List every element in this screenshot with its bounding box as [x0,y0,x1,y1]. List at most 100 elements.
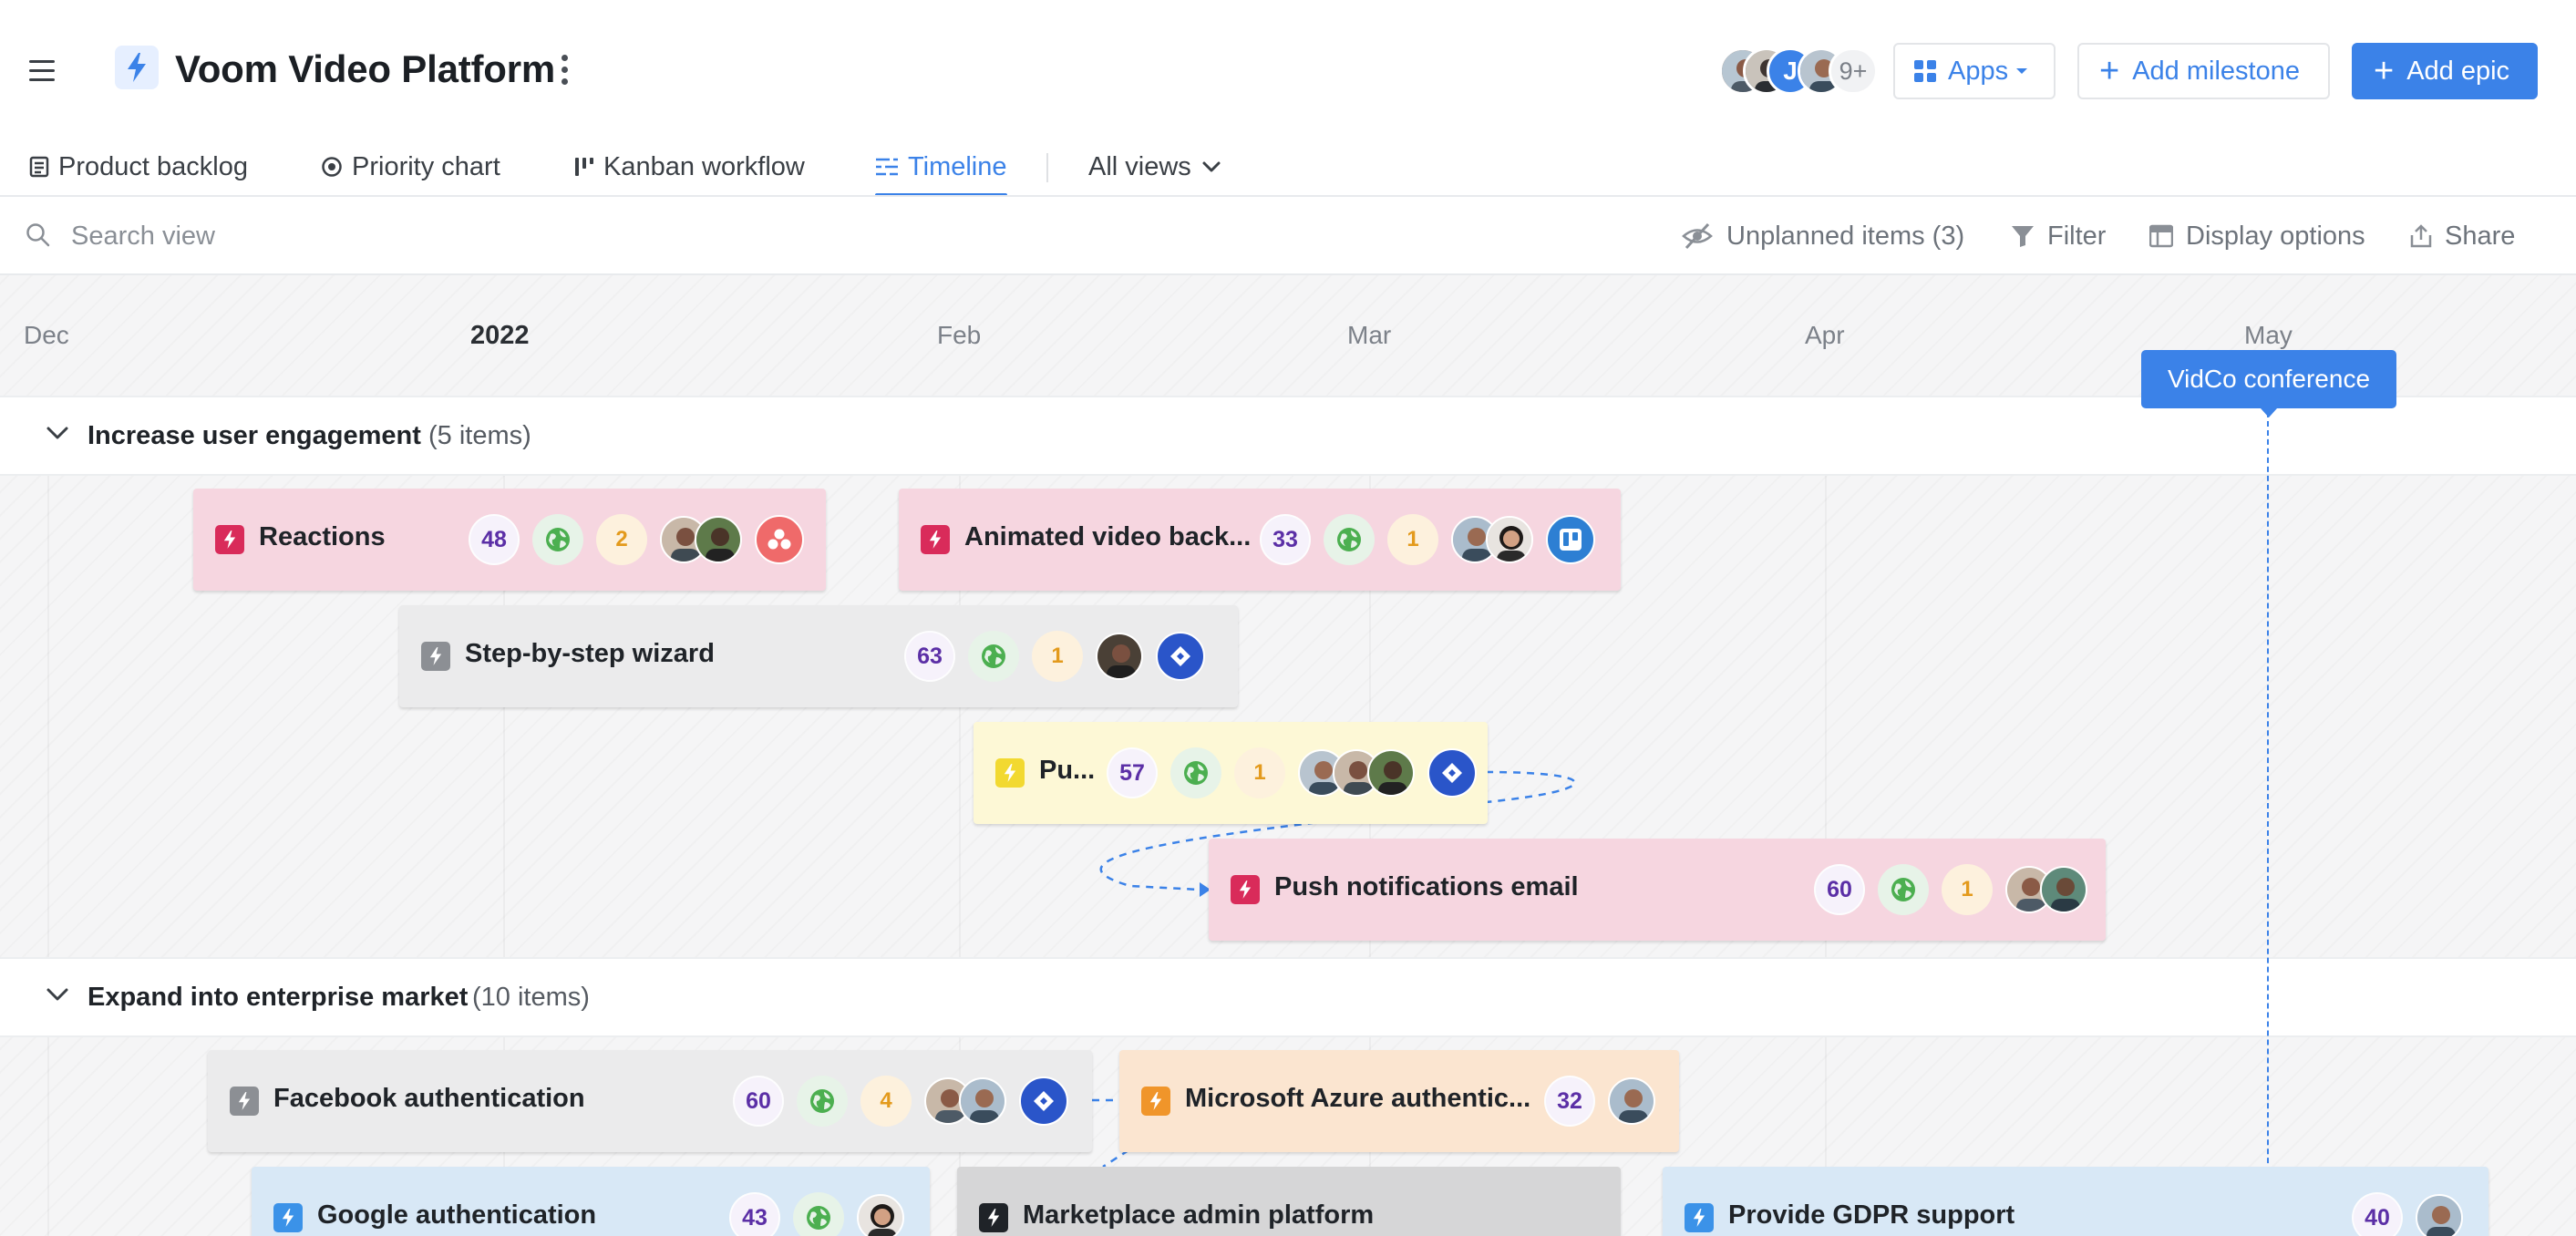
story-points-badge: 40 [2352,1192,2403,1236]
epic-meta: 43 [729,1190,904,1236]
globe-icon [532,514,583,565]
epic-meta: 40 [2352,1190,2463,1236]
lightning-icon [273,1203,303,1232]
epic-title: Facebook authentication [273,1084,585,1113]
lightning-icon [115,46,159,89]
unplanned-items-button[interactable]: Unplanned items (3) [1681,217,1964,255]
apps-button[interactable]: Apps [1893,43,2056,99]
globe-icon [797,1076,848,1127]
epic-meta: 48 2 [469,512,804,567]
header-divider [0,195,2576,197]
add-milestone-button[interactable]: + Add milestone [2077,43,2330,99]
jira-icon[interactable] [1156,632,1205,681]
share-button[interactable]: Share [2410,217,2515,255]
epic-meta: 60 4 [733,1074,1068,1128]
comment-count-badge: 1 [1234,747,1285,798]
comment-count-badge: 4 [860,1076,912,1127]
epic-card[interactable]: Google authentication 43 [252,1167,930,1236]
milestone-flag[interactable]: VidCo conference [2141,350,2396,417]
story-points-badge: 57 [1107,747,1158,798]
more-options-icon[interactable] [558,53,572,88]
tab-separator [1046,153,1048,182]
display-options-label: Display options [2186,221,2365,251]
timeline-icon [875,156,899,178]
add-milestone-label: Add milestone [2132,56,2300,86]
avatar[interactable] [1608,1077,1655,1125]
lightning-icon [1685,1203,1714,1232]
story-points-badge: 63 [904,631,955,682]
globe-icon [1878,864,1929,915]
milestone-line [2267,412,2269,1236]
story-points-badge: 43 [729,1192,780,1236]
hamburger-menu-icon[interactable] [27,58,60,84]
jira-icon[interactable] [1427,748,1477,798]
tab-kanban-workflow[interactable]: Kanban workflow [574,144,805,190]
epic-meta: 57 1 [1107,746,1477,800]
globe-icon [793,1192,844,1236]
lightning-icon [1231,875,1260,904]
epic-card[interactable]: Provide GDPR support 40 [1663,1167,2488,1236]
epic-card[interactable]: Facebook authentication 60 4 [208,1050,1092,1152]
epic-card[interactable]: Microsoft Azure authentic... 32 [1119,1050,1679,1152]
epic-title: Animated video back... [964,522,1252,551]
display-options-button[interactable]: Display options [2149,217,2365,255]
story-points-badge: 60 [1814,864,1865,915]
timeline-canvas[interactable]: Dec 2022 Feb Mar Apr May Increase user e… [0,275,2576,1236]
epic-card[interactable]: Pu... 57 1 [974,722,1488,824]
add-epic-button[interactable]: + Add epic [2352,43,2538,99]
add-epic-label: Add epic [2406,56,2510,86]
tab-all-views[interactable]: All views [1088,144,1221,190]
share-label: Share [2445,221,2516,251]
epic-title: Reactions [259,522,386,551]
tab-label: Priority chart [352,151,500,181]
avatar[interactable] [1367,749,1415,797]
view-tabs: Product backlog Priority chart Kanban wo… [0,137,2576,197]
epic-title: Pu... [1039,756,1096,785]
eye-slash-icon [1682,222,1713,250]
lightning-icon [979,1203,1008,1232]
story-points-badge: 32 [1544,1076,1595,1127]
globe-icon [1324,514,1375,565]
trello-icon[interactable] [1546,515,1595,564]
epic-card[interactable]: Push notifications email 60 1 [1209,839,2106,941]
avatar[interactable] [2416,1194,2463,1236]
filter-label: Filter [2047,221,2107,251]
epic-meta: 32 [1544,1074,1655,1128]
tab-label: Timeline [908,151,1007,181]
filter-button[interactable]: Filter [2011,217,2106,255]
asana-icon[interactable] [755,515,804,564]
epic-card[interactable]: Marketplace admin platform [957,1167,1621,1236]
epic-title: Push notifications email [1274,872,1579,901]
epic-meta: 60 1 [1814,862,2087,917]
caret-down-icon [2016,68,2028,74]
apps-grid-icon [1914,60,1936,82]
lightning-icon [1141,1087,1170,1116]
avatar[interactable] [959,1077,1006,1125]
avatar[interactable] [857,1194,904,1236]
epic-card[interactable]: Step-by-step wizard 63 1 [399,605,1238,707]
epic-card[interactable]: Animated video back... 33 1 [899,489,1621,591]
avatar[interactable] [1486,516,1533,563]
list-icon [29,156,49,178]
lightning-icon [995,758,1025,788]
tab-product-backlog[interactable]: Product backlog [29,144,248,190]
comment-count-badge: 1 [1032,631,1083,682]
avatar[interactable] [2040,866,2087,913]
page-title: Voom Video Platform [175,47,556,90]
more-avatars-badge[interactable]: 9+ [1829,47,1878,95]
app-header: Voom Video Platform J 9+ Apps + Add mile… [0,0,2576,197]
epic-card[interactable]: Reactions 48 2 [193,489,826,591]
plus-icon: + [2099,52,2120,90]
avatar[interactable] [1096,633,1143,680]
jira-icon[interactable] [1019,1076,1068,1126]
story-points-badge: 60 [733,1076,784,1127]
tab-priority-chart[interactable]: Priority chart [321,144,500,190]
share-icon [2410,224,2432,248]
search-input[interactable] [71,215,709,257]
epic-meta: 33 1 [1260,512,1595,567]
kanban-icon [574,156,594,178]
tab-timeline[interactable]: Timeline [875,144,1007,190]
layout-icon [2149,224,2173,248]
avatar[interactable] [695,516,742,563]
lightning-icon [215,525,244,554]
